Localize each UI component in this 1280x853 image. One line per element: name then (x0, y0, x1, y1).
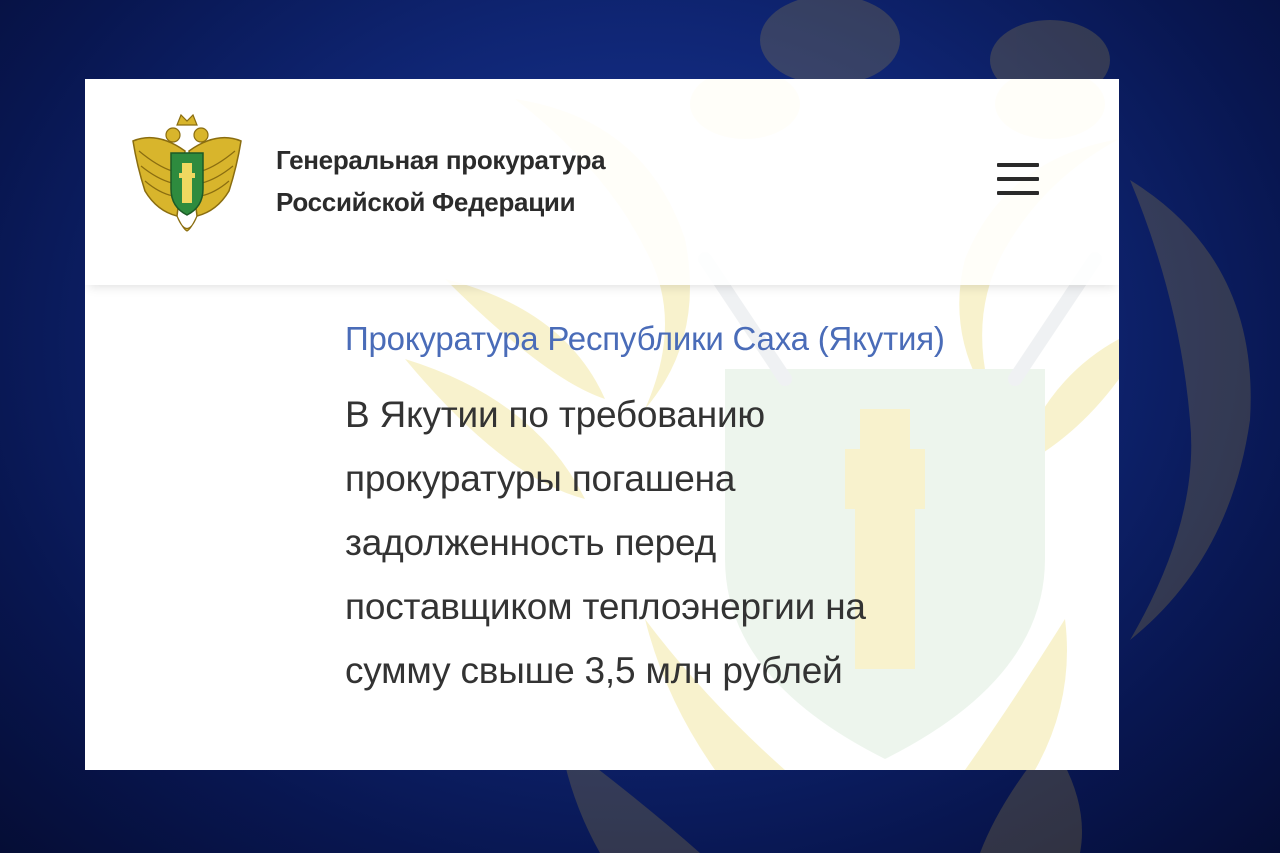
article-source-link[interactable]: Прокуратура Республики Саха (Якутия) (345, 315, 1065, 363)
hamburger-menu-icon-bar-3 (997, 191, 1039, 195)
hamburger-menu-button[interactable] (989, 157, 1043, 205)
prosecutor-emblem-icon[interactable] (127, 111, 247, 246)
hamburger-menu-icon-bar-2 (997, 177, 1039, 181)
headline-line-3: задолженность перед (345, 522, 717, 563)
organization-title-line-2: Российской Федерации (276, 187, 576, 217)
headline-line-4: поставщиком теплоэнергии на (345, 586, 866, 627)
hamburger-menu-icon (997, 163, 1039, 167)
organization-title[interactable]: Генеральная прокуратура Российской Федер… (276, 139, 606, 223)
headline-line-2: прокуратуры погашена (345, 458, 736, 499)
site-header: Генеральная прокуратура Российской Федер… (85, 79, 1119, 285)
news-card: Генеральная прокуратура Российской Федер… (85, 79, 1119, 770)
article-content: Прокуратура Республики Саха (Якутия) В Я… (345, 315, 1065, 703)
headline-line-1: В Якутии по требованию (345, 394, 765, 435)
headline-line-5: сумму свыше 3,5 млн рублей (345, 650, 843, 691)
organization-title-line-1: Генеральная прокуратура (276, 145, 606, 175)
article-headline[interactable]: В Якутии по требованию прокуратуры погаш… (345, 383, 1065, 703)
